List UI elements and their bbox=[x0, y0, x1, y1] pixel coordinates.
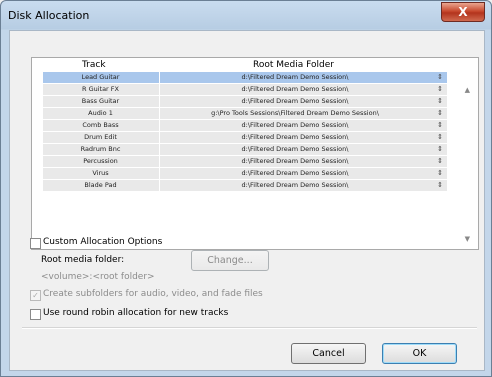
folder-selector-icon[interactable]: ⇕ bbox=[437, 132, 443, 143]
disk-allocation-dialog: Disk Allocation X Track Root Media Folde… bbox=[0, 0, 492, 377]
folder-selector-icon[interactable]: ⇕ bbox=[437, 84, 443, 95]
root-media-folder-cell: d:\Filtered Dream Demo Session\ bbox=[159, 132, 430, 143]
scroll-down-icon[interactable]: ▼ bbox=[465, 235, 470, 243]
root-media-folder-cell: d:\Filtered Dream Demo Session\ bbox=[159, 144, 430, 155]
root-media-folder-cell: d:\Filtered Dream Demo Session\ bbox=[159, 156, 430, 167]
folder-selector-icon[interactable]: ⇕ bbox=[437, 108, 443, 119]
track-name-cell: Virus bbox=[92, 169, 109, 177]
folder-selector-icon[interactable]: ⇕ bbox=[437, 180, 443, 191]
scroll-up-icon[interactable]: ▲ bbox=[465, 86, 470, 94]
track-folder-list[interactable]: Track Root Media Folder Lead Guitar d:\Fi… bbox=[31, 57, 479, 250]
root-media-folder-cell: d:\Filtered Dream Demo Session\ bbox=[159, 84, 430, 95]
divider bbox=[22, 327, 477, 329]
close-button[interactable]: X bbox=[441, 2, 485, 22]
track-name-cell: Radrum Bnc bbox=[80, 145, 121, 153]
track-name-cell: Bass Guitar bbox=[81, 97, 120, 105]
table-row[interactable]: Drum Edit d:\Filtered Dream Demo Session\… bbox=[43, 132, 447, 144]
table-row[interactable]: Bass Guitar d:\Filtered Dream Demo Sessio… bbox=[43, 96, 447, 108]
track-name-cell: Drum Edit bbox=[84, 133, 117, 141]
title-bar: Disk Allocation X bbox=[1, 1, 491, 29]
round-robin-label: Use round robin allocation for new track… bbox=[43, 308, 229, 318]
create-subfolders-checkbox[interactable]: ✓ bbox=[30, 290, 41, 301]
custom-allocation-label: Custom Allocation Options bbox=[43, 237, 163, 247]
track-rows: Lead Guitar d:\Filtered Dream Demo Sessio… bbox=[43, 72, 447, 192]
folder-selector-icon[interactable]: ⇕ bbox=[437, 72, 443, 83]
root-media-folder-cell: g:\Pro Tools Sessions\Filtered Dream Dem… bbox=[159, 108, 430, 119]
table-row[interactable]: Virus d:\Filtered Dream Demo Session\ ⇕ bbox=[43, 168, 447, 180]
round-robin-checkbox[interactable] bbox=[30, 309, 41, 320]
cancel-button[interactable]: Cancel bbox=[291, 343, 366, 364]
root-media-folder-cell: d:\Filtered Dream Demo Session\ bbox=[159, 96, 430, 107]
volume-root-placeholder: <volume>:<root folder> bbox=[41, 272, 155, 282]
table-row[interactable]: Blade Pad d:\Filtered Dream Demo Session\… bbox=[43, 180, 447, 192]
folder-selector-icon[interactable]: ⇕ bbox=[437, 144, 443, 155]
folder-selector-icon[interactable]: ⇕ bbox=[437, 96, 443, 107]
column-header-root-media-folder[interactable]: Root Media Folder bbox=[253, 60, 334, 70]
table-row[interactable]: Lead Guitar d:\Filtered Dream Demo Sessio… bbox=[43, 72, 447, 84]
folder-selector-icon[interactable]: ⇕ bbox=[437, 156, 443, 167]
table-row[interactable]: Percussion d:\Filtered Dream Demo Session… bbox=[43, 156, 447, 168]
table-row[interactable]: Radrum Bnc d:\Filtered Dream Demo Session… bbox=[43, 144, 447, 156]
track-name-cell: Lead Guitar bbox=[81, 73, 120, 81]
root-media-folder-cell: d:\Filtered Dream Demo Session\ bbox=[159, 168, 430, 179]
track-name-cell: R Guitar FX bbox=[81, 85, 119, 93]
root-media-folder-cell: d:\Filtered Dream Demo Session\ bbox=[159, 120, 430, 131]
create-subfolders-label: Create subfolders for audio, video, and … bbox=[43, 289, 263, 299]
track-name-cell: Comb Bass bbox=[82, 121, 119, 129]
table-row[interactable]: R Guitar FX d:\Filtered Dream Demo Sessio… bbox=[43, 84, 447, 96]
dialog-body: Track Root Media Folder Lead Guitar d:\Fi… bbox=[9, 30, 485, 371]
root-media-folder-cell: d:\Filtered Dream Demo Session\ bbox=[159, 72, 430, 83]
table-row[interactable]: Audio 1 g:\Pro Tools Sessions\Filtered Dr… bbox=[43, 108, 447, 120]
track-name-cell: Audio 1 bbox=[88, 109, 113, 117]
track-name-cell: Blade Pad bbox=[84, 181, 117, 189]
table-row[interactable]: Comb Bass d:\Filtered Dream Demo Session\… bbox=[43, 120, 447, 132]
root-media-folder-cell: d:\Filtered Dream Demo Session\ bbox=[159, 180, 430, 191]
change-button[interactable]: Change... bbox=[191, 250, 269, 271]
root-media-folder-label: Root media folder: bbox=[41, 255, 125, 265]
track-name-cell: Percussion bbox=[83, 157, 118, 165]
column-header-track[interactable]: Track bbox=[82, 60, 106, 70]
custom-allocation-checkbox[interactable] bbox=[30, 238, 41, 249]
window-title: Disk Allocation bbox=[8, 9, 90, 22]
folder-selector-icon[interactable]: ⇕ bbox=[437, 120, 443, 131]
folder-selector-icon[interactable]: ⇕ bbox=[437, 168, 443, 179]
ok-button[interactable]: OK bbox=[382, 343, 457, 364]
